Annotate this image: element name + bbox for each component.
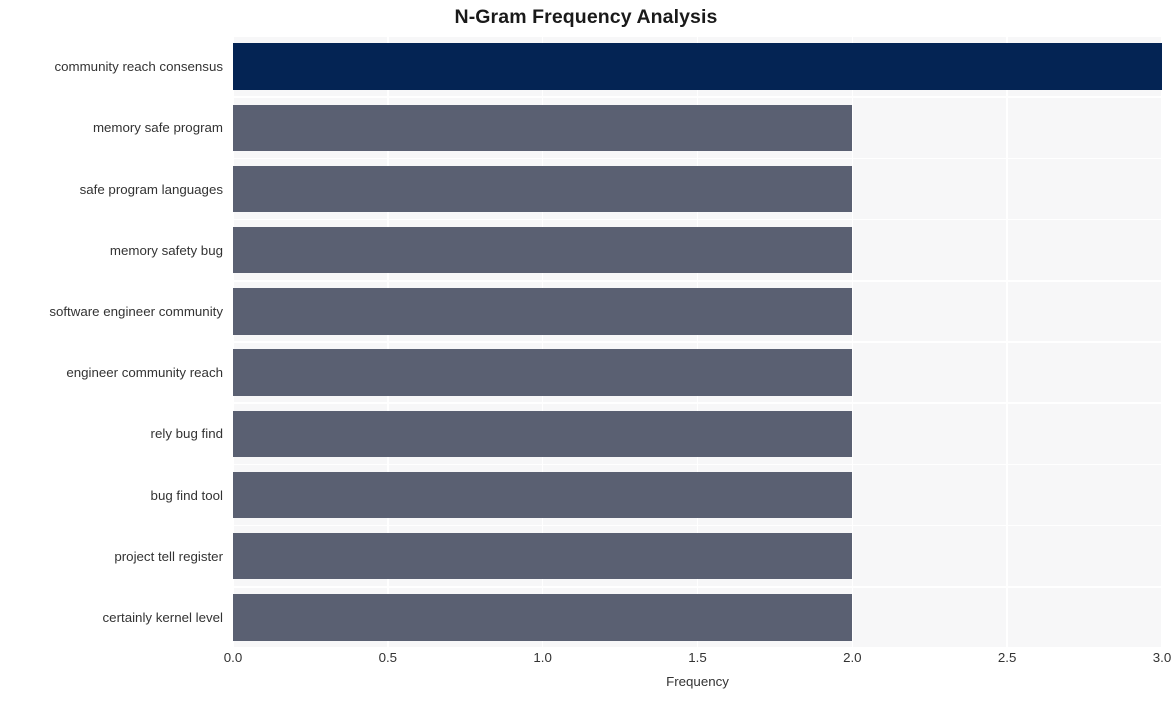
bar	[233, 349, 853, 396]
gridline-vertical	[1161, 36, 1162, 648]
y-axis-label: memory safety bug	[109, 242, 223, 258]
chart-title: N-Gram Frequency Analysis	[454, 6, 718, 28]
bar	[233, 104, 853, 151]
bar	[233, 410, 853, 457]
bar	[233, 227, 853, 274]
x-axis-tick-label: 2.0	[843, 650, 862, 665]
x-axis-tick-label: 0.0	[223, 650, 243, 665]
y-axis-label: community reach consensus	[54, 59, 223, 75]
x-axis-tick-labels: 0.0 0.5 1.0 1.5 2.0 2.5 3.0	[0, 650, 1172, 672]
bar	[233, 594, 853, 641]
y-axis-label: safe program languages	[79, 181, 223, 197]
bar	[233, 43, 1162, 90]
bar	[233, 165, 853, 213]
ngram-frequency-chart: N-Gram Frequency Analysis community reac…	[0, 0, 1172, 701]
y-axis-label: memory safe program	[92, 120, 223, 136]
x-axis-tick-label: 0.5	[378, 650, 398, 665]
y-axis-label: engineer community reach	[66, 365, 223, 381]
x-axis-tick-label: 1.5	[688, 650, 707, 665]
y-axis-label: certainly kernel level	[102, 609, 223, 625]
bar	[233, 533, 853, 580]
bar	[233, 471, 853, 519]
x-axis-tick-label: 2.5	[997, 650, 1017, 665]
plot-area	[233, 36, 1162, 648]
bar	[233, 288, 853, 335]
y-axis-label: project tell register	[114, 548, 223, 564]
x-axis-tick-label: 3.0	[1152, 650, 1172, 665]
gridline-vertical	[1006, 36, 1008, 648]
x-axis-tick-label: 1.0	[533, 650, 552, 665]
x-axis-title: Frequency	[666, 674, 729, 689]
y-axis-label: bug find tool	[150, 487, 223, 503]
y-axis-label: software engineer community	[49, 303, 223, 319]
y-axis-category-labels: community reach consensus memory safe pro…	[0, 36, 233, 648]
y-axis-label: rely bug find	[150, 426, 223, 442]
